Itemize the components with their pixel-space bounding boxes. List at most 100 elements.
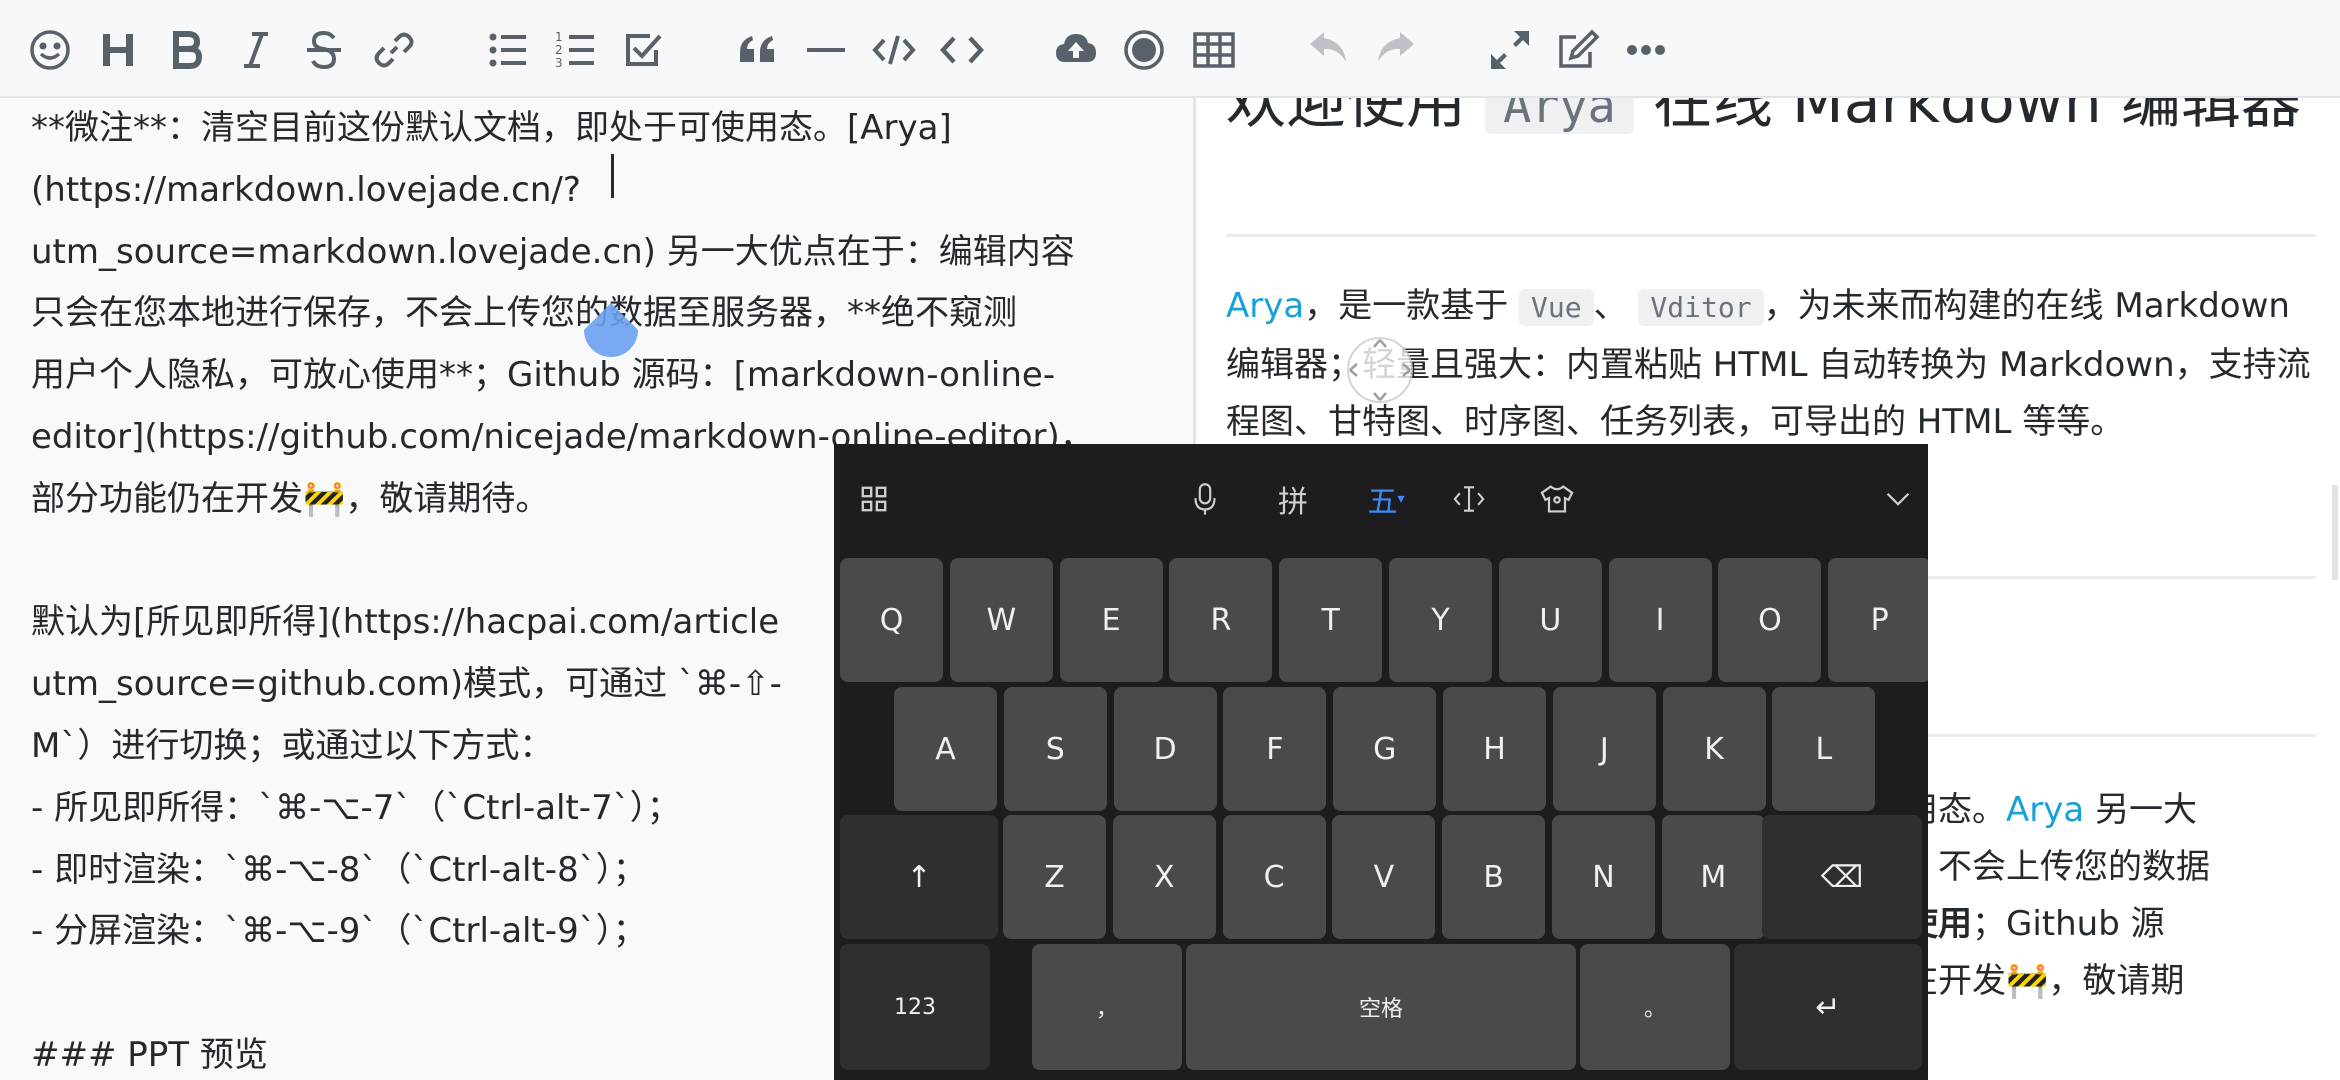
cursor-move-icon[interactable] (1444, 474, 1494, 524)
fullscreen-icon (1491, 31, 1529, 69)
key-q[interactable]: Q (840, 558, 943, 682)
skin-icon[interactable] (1532, 474, 1582, 524)
svg-text:3: 3 (555, 56, 563, 70)
period-key[interactable]: 。 (1580, 944, 1730, 1070)
preview-scrollbar[interactable] (2332, 485, 2338, 580)
arya-link[interactable]: Arya (1226, 286, 1304, 326)
strikethrough-button[interactable] (296, 22, 352, 78)
more-icon (1627, 45, 1665, 55)
upload-button[interactable] (1048, 22, 1104, 78)
comma-key[interactable]: ， (1032, 944, 1182, 1070)
key-t[interactable]: T (1279, 558, 1383, 682)
delete-key[interactable]: ⌫ (1762, 815, 1922, 939)
horizontal-line-button[interactable] (798, 22, 854, 78)
check-list-button[interactable] (616, 22, 672, 78)
key-o[interactable]: O (1718, 558, 1822, 682)
key-u[interactable]: U (1498, 558, 1602, 682)
italic-icon (244, 32, 268, 68)
record-button[interactable] (1116, 22, 1172, 78)
key-c[interactable]: C (1222, 815, 1326, 939)
editor-toolbar: 123 (0, 0, 2340, 98)
key-f[interactable]: F (1223, 687, 1327, 811)
emoji-icon (30, 30, 70, 70)
space-key[interactable]: 空格 (1186, 944, 1576, 1070)
italic-button[interactable] (228, 22, 284, 78)
quote-button[interactable] (730, 22, 786, 78)
edit-mode-button[interactable] (1550, 22, 1606, 78)
link-icon (374, 32, 414, 68)
soft-keyboard: 拼 五 ▾ Q W E R T Y U I O P A S D F G H J K L ↑ Z X C V B N M ⌫ 123 ，空格。… (834, 444, 1928, 1080)
line-icon (807, 48, 845, 52)
key-g[interactable]: G (1333, 687, 1437, 811)
table-button[interactable] (1186, 22, 1242, 78)
apps-grid-icon[interactable] (854, 474, 894, 524)
key-y[interactable]: Y (1389, 558, 1492, 682)
link-button[interactable] (366, 22, 422, 78)
caret-handle[interactable] (584, 303, 638, 361)
key-h[interactable]: H (1443, 687, 1546, 811)
key-k[interactable]: K (1662, 687, 1766, 811)
key-w[interactable]: W (949, 558, 1053, 682)
collapse-icon[interactable] (1878, 474, 1918, 524)
numbers-key[interactable]: 123 (840, 944, 990, 1070)
quote-icon (740, 36, 774, 62)
bullet-list-icon (489, 33, 526, 67)
key-s[interactable]: S (1003, 687, 1107, 811)
fullscreen-button[interactable] (1482, 22, 1538, 78)
edit-mode-icon (1559, 29, 1600, 68)
key-a[interactable]: A (894, 687, 997, 811)
enter-key[interactable]: ↵ (1734, 944, 1922, 1070)
inline-code-button[interactable] (866, 22, 922, 78)
arya-link-2[interactable]: Arya (2006, 790, 2084, 830)
pinyin-mode[interactable]: 拼 (1268, 474, 1318, 524)
wubi-mode[interactable]: 五 ▾ (1356, 474, 1416, 524)
emoji-button[interactable] (22, 22, 78, 78)
key-p[interactable]: P (1828, 558, 1928, 682)
code-block-button[interactable] (934, 22, 990, 78)
preview-heading: 欢迎使用 Arya 在线 Markdown 编辑器 (1226, 98, 2336, 147)
ordered-list-icon: 123 (555, 30, 594, 70)
code-block-icon (940, 36, 984, 64)
upload-icon (1056, 34, 1096, 62)
preview-note-paragraph: 使用态。Arya 另一大 存，不会上传您的数据 心使用；Github 源 仍在开… (1870, 790, 2210, 1001)
key-m[interactable]: M (1661, 815, 1765, 939)
move-handle[interactable] (1344, 330, 1416, 410)
editor-line[interactable]: (https://markdown.lovejade.cn/? (31, 160, 1181, 222)
strike-icon (307, 30, 341, 70)
key-d[interactable]: D (1113, 687, 1217, 811)
editor-line[interactable]: **微注**：清空目前这份默认文档，即处于可使用态。[Arya] (31, 98, 1181, 160)
key-z[interactable]: Z (1003, 815, 1106, 939)
editor-line[interactable]: utm_source=markdown.lovejade.cn) 另一大优点在于… (31, 222, 1181, 284)
bold-button[interactable] (158, 22, 214, 78)
text-caret (611, 154, 614, 198)
more-button[interactable] (1618, 22, 1674, 78)
key-b[interactable]: B (1442, 815, 1546, 939)
key-v[interactable]: V (1332, 815, 1436, 939)
bullet-list-button[interactable] (480, 22, 536, 78)
inline-code-arya: Arya (1485, 98, 1634, 134)
check-list-icon (626, 34, 662, 66)
heading-divider (1226, 234, 2316, 237)
inline-code-vditor: Vditor (1638, 289, 1764, 326)
ordered-list-button[interactable]: 123 (548, 22, 604, 78)
microphone-icon[interactable] (1180, 474, 1230, 524)
key-l[interactable]: L (1772, 687, 1876, 811)
keyboard-toolbar: 拼 五 ▾ (834, 444, 1928, 552)
redo-button[interactable] (1368, 22, 1424, 78)
heading-icon (103, 34, 133, 66)
shift-key[interactable]: ↑ (840, 815, 998, 939)
key-e[interactable]: E (1059, 558, 1163, 682)
redo-icon (1378, 32, 1414, 62)
key-i[interactable]: I (1608, 558, 1712, 682)
bold-icon (173, 31, 203, 69)
key-r[interactable]: R (1169, 558, 1273, 682)
table-icon (1193, 32, 1235, 68)
key-x[interactable]: X (1112, 815, 1216, 939)
undo-button[interactable] (1300, 22, 1356, 78)
key-n[interactable]: N (1552, 815, 1655, 939)
inline-code-vue: Vue (1519, 289, 1594, 326)
key-j[interactable]: J (1552, 687, 1656, 811)
svg-text:1: 1 (555, 30, 563, 44)
inline-code-icon (872, 35, 916, 65)
heading-button[interactable] (90, 22, 146, 78)
